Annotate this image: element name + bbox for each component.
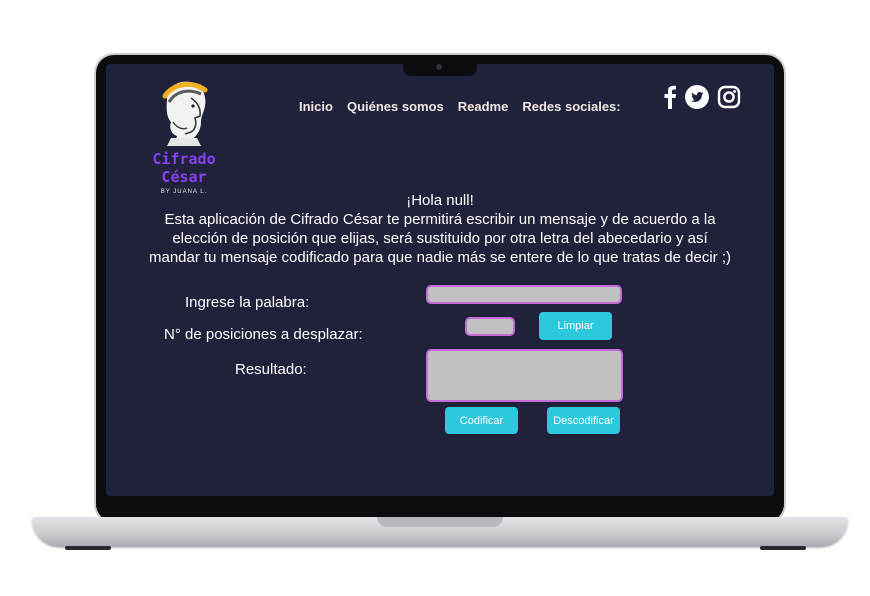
nav-item-redes-sociales: Redes sociales: <box>522 99 621 114</box>
intro-line-1: Esta aplicación de Cifrado César te perm… <box>164 211 716 228</box>
twitter-icon[interactable] <box>685 85 709 114</box>
laptop-foot-right <box>760 546 806 550</box>
logo[interactable]: Cifrado César BY JUANA L. <box>128 78 240 195</box>
camera-icon <box>436 64 442 70</box>
nav-item-quienes-somos[interactable]: Quiénes somos <box>347 99 444 114</box>
intro-line-3: mandar tu mensaje codificado para que na… <box>148 249 731 266</box>
facebook-icon[interactable] <box>663 85 677 114</box>
greeting: ¡Hola null! <box>406 192 474 209</box>
instagram-icon[interactable] <box>717 85 741 114</box>
nav-item-readme[interactable]: Readme <box>458 99 509 114</box>
caesar-bust-icon <box>162 81 208 146</box>
laptop-base-notch <box>377 517 503 527</box>
encode-button[interactable]: Codificar <box>445 407 518 434</box>
laptop-foot-left <box>65 546 111 550</box>
social-links <box>663 85 741 114</box>
nav-item-inicio[interactable]: Inicio <box>299 99 333 114</box>
offset-input[interactable] <box>465 317 515 336</box>
result-output[interactable] <box>426 349 623 402</box>
main-nav: Inicio Quiénes somos Readme Redes social… <box>299 99 621 114</box>
intro-line-2: elección de posición que elijas, será su… <box>172 230 708 247</box>
app-screen: Cifrado César BY JUANA L. Inicio Quiénes… <box>106 64 774 496</box>
offset-label: N° de posiciones a desplazar: <box>164 326 363 343</box>
intro-text: ¡Hola null! Esta aplicación de Cifrado C… <box>106 191 774 267</box>
result-label: Resultado: <box>235 361 307 378</box>
clear-button[interactable]: Limpiar <box>539 312 612 340</box>
word-label: Ingrese la palabra: <box>185 294 310 311</box>
word-input[interactable] <box>426 285 622 304</box>
decode-button[interactable]: Descodificar <box>547 407 620 434</box>
logo-title: Cifrado César <box>152 150 216 186</box>
